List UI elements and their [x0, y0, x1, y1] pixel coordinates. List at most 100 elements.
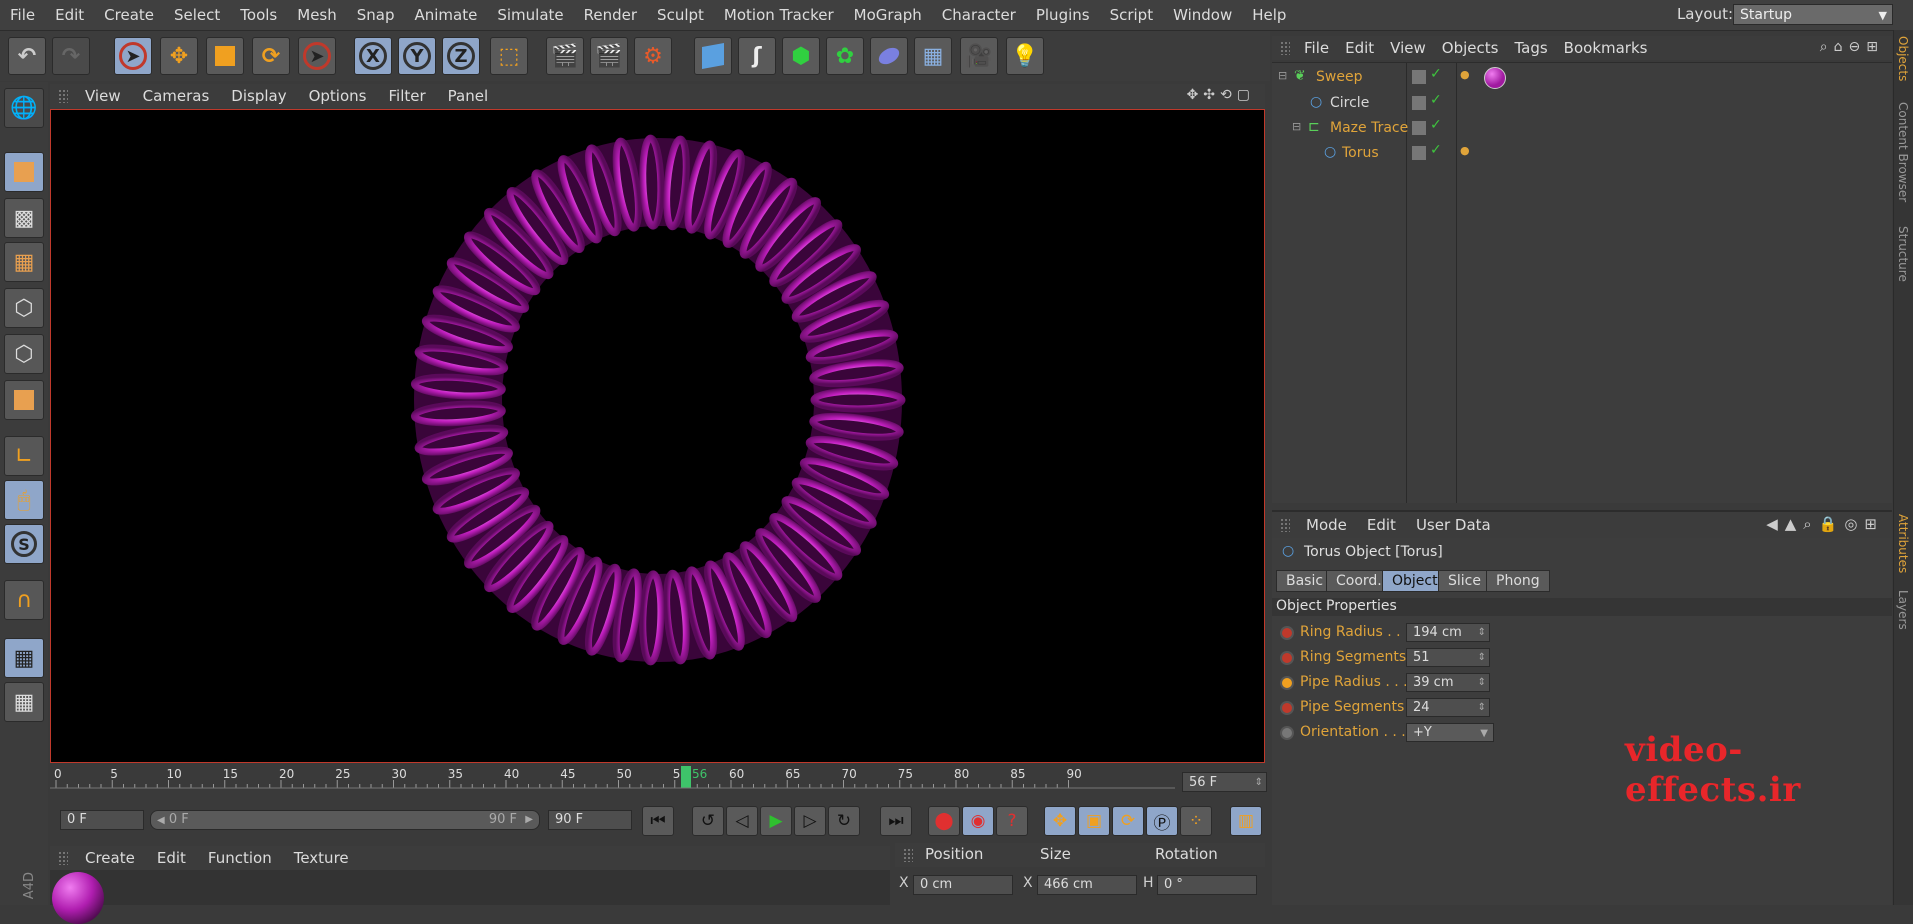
go-to-start-button[interactable]: ⏮: [642, 806, 674, 836]
menu-script[interactable]: Script: [1100, 6, 1164, 24]
object-name[interactable]: Torus: [1342, 141, 1379, 165]
object-menu-file[interactable]: File: [1296, 39, 1337, 57]
record-parameter-button[interactable]: Ⓟ: [1146, 806, 1178, 836]
record-rotation-button[interactable]: ⟳: [1112, 806, 1144, 836]
orientation-dropdown[interactable]: +Y ▼: [1406, 723, 1494, 742]
record-scale-button[interactable]: ▣: [1078, 806, 1110, 836]
undo-button[interactable]: ↶: [8, 37, 46, 75]
record-pla-button[interactable]: ⁘: [1180, 806, 1212, 836]
tab-basic[interactable]: Basic: [1276, 570, 1334, 592]
polygons-mode-button[interactable]: [4, 380, 44, 420]
x-position-field[interactable]: 0 cm: [913, 875, 1013, 895]
phong-tag-icon[interactable]: ●: [1460, 68, 1470, 81]
next-frame-button[interactable]: ▷: [794, 806, 826, 836]
live-selection-button[interactable]: ➤: [114, 37, 152, 75]
material-menu-create[interactable]: Create: [74, 849, 146, 867]
side-tab-layers[interactable]: Layers: [1896, 590, 1910, 630]
attribute-menu-mode[interactable]: Mode: [1296, 516, 1357, 534]
subdivision-surface-button[interactable]: ⬢: [782, 37, 820, 75]
model-mode-button[interactable]: [4, 152, 44, 192]
pipe-radius-field[interactable]: 39 cm ⇕: [1406, 673, 1490, 692]
camera-button[interactable]: 🎥: [960, 37, 998, 75]
ring-radius-field[interactable]: 194 cm ⇕: [1406, 623, 1490, 642]
start-frame-field[interactable]: 0 F: [60, 810, 144, 830]
menu-motion-tracker[interactable]: Motion Tracker: [714, 6, 844, 24]
planar-workplane-button[interactable]: ▦: [4, 682, 44, 722]
go-to-end-button[interactable]: ⏭: [880, 806, 912, 836]
autokey-button[interactable]: ◉: [962, 806, 994, 836]
tab-slice[interactable]: Slice: [1438, 570, 1491, 592]
menu-render[interactable]: Render: [574, 6, 647, 24]
texture-mode-button[interactable]: ▩: [4, 198, 44, 238]
snapping-button[interactable]: S: [4, 524, 44, 564]
material-menu-texture[interactable]: Texture: [283, 849, 360, 867]
layout-dropdown[interactable]: Startup ▼: [1733, 4, 1893, 25]
menu-snap[interactable]: Snap: [347, 6, 405, 24]
viewport-navigation-icons[interactable]: ✥✣⟲▢: [1187, 87, 1255, 103]
menu-plugins[interactable]: Plugins: [1026, 6, 1100, 24]
axis-mode-button[interactable]: ∟: [4, 436, 44, 476]
side-tab-objects[interactable]: Objects: [1896, 36, 1910, 81]
recent-tool-button[interactable]: ➤: [298, 37, 336, 75]
side-tab-attributes[interactable]: Attributes: [1896, 514, 1910, 573]
rotate-tool-button[interactable]: ⟳: [252, 37, 290, 75]
menu-mograph[interactable]: MoGraph: [844, 6, 932, 24]
edges-mode-button[interactable]: ⬡: [4, 334, 44, 374]
make-editable-button[interactable]: 🌐: [4, 88, 44, 128]
deformer-button[interactable]: [870, 37, 908, 75]
record-position-button[interactable]: ✥: [1044, 806, 1076, 836]
floor-button[interactable]: ▦: [914, 37, 952, 75]
playhead-marker[interactable]: [681, 766, 691, 788]
timeline-ruler[interactable]: 0 5 10 15 20 25 30 35 40 45 50 55 60 65 70 75 80 85 90 56: [50, 766, 1265, 804]
enabled-check-icon[interactable]: ✓: [1430, 66, 1442, 82]
play-button[interactable]: ▶: [760, 806, 792, 836]
layer-icon[interactable]: [1412, 96, 1426, 110]
record-keys-button[interactable]: ⬤: [928, 806, 960, 836]
object-row-circle[interactable]: ○ Circle ✓: [1272, 91, 1892, 115]
animate-dot-icon[interactable]: [1280, 701, 1294, 715]
menu-animate[interactable]: Animate: [405, 6, 488, 24]
viewport-menu-filter[interactable]: Filter: [377, 87, 436, 105]
menu-simulate[interactable]: Simulate: [487, 6, 573, 24]
attribute-nav-icons[interactable]: ◀▲⌕🔒◎⊞: [1766, 515, 1884, 533]
menu-mesh[interactable]: Mesh: [287, 6, 347, 24]
object-menu-view[interactable]: View: [1382, 39, 1434, 57]
enabled-check-icon[interactable]: ✓: [1430, 92, 1442, 108]
object-name[interactable]: Maze Trace: [1330, 116, 1408, 140]
menu-character[interactable]: Character: [932, 6, 1026, 24]
menu-file[interactable]: File: [0, 6, 45, 24]
h-rotation-field[interactable]: 0 °: [1157, 875, 1257, 895]
animate-dot-icon[interactable]: [1280, 676, 1294, 690]
layer-icon[interactable]: [1412, 146, 1426, 160]
material-tag-icon[interactable]: [1484, 67, 1506, 89]
material-menu-function[interactable]: Function: [197, 849, 283, 867]
locked-workplane-button[interactable]: ▦: [4, 638, 44, 678]
object-menu-tags[interactable]: Tags: [1506, 39, 1555, 57]
current-frame-field[interactable]: 56 F ⇕: [1182, 772, 1267, 792]
ring-segments-field[interactable]: 51 ⇕: [1406, 648, 1490, 667]
animate-dot-icon[interactable]: [1280, 726, 1294, 740]
object-name[interactable]: Circle: [1330, 91, 1369, 115]
menu-tools[interactable]: Tools: [230, 6, 287, 24]
frame-range-slider[interactable]: ◀ 0 F 90 F ▶: [150, 810, 540, 830]
side-tab-structure[interactable]: Structure: [1896, 226, 1910, 282]
menu-sculpt[interactable]: Sculpt: [647, 6, 714, 24]
viewport-menu-display[interactable]: Display: [220, 87, 297, 105]
viewport-menu-cameras[interactable]: Cameras: [132, 87, 221, 105]
object-menu-bookmarks[interactable]: Bookmarks: [1556, 39, 1656, 57]
enabled-check-icon[interactable]: ✓: [1430, 142, 1442, 158]
spline-pen-button[interactable]: ʃ: [738, 37, 776, 75]
viewport-menu-options[interactable]: Options: [298, 87, 378, 105]
workplane-mode-button[interactable]: ▦: [4, 242, 44, 282]
points-mode-button[interactable]: ⬡: [4, 288, 44, 328]
cube-object-button[interactable]: [694, 37, 732, 75]
light-button[interactable]: 💡: [1006, 37, 1044, 75]
3d-viewport[interactable]: [50, 109, 1265, 763]
render-settings-button[interactable]: ⚙: [634, 37, 672, 75]
x-axis-button[interactable]: X: [354, 37, 392, 75]
object-menu-objects[interactable]: Objects: [1434, 39, 1507, 57]
material-menu-edit[interactable]: Edit: [146, 849, 197, 867]
coordinate-system-button[interactable]: ⬚: [490, 37, 528, 75]
animate-dot-icon[interactable]: [1280, 626, 1294, 640]
material-swatch[interactable]: [52, 872, 104, 924]
